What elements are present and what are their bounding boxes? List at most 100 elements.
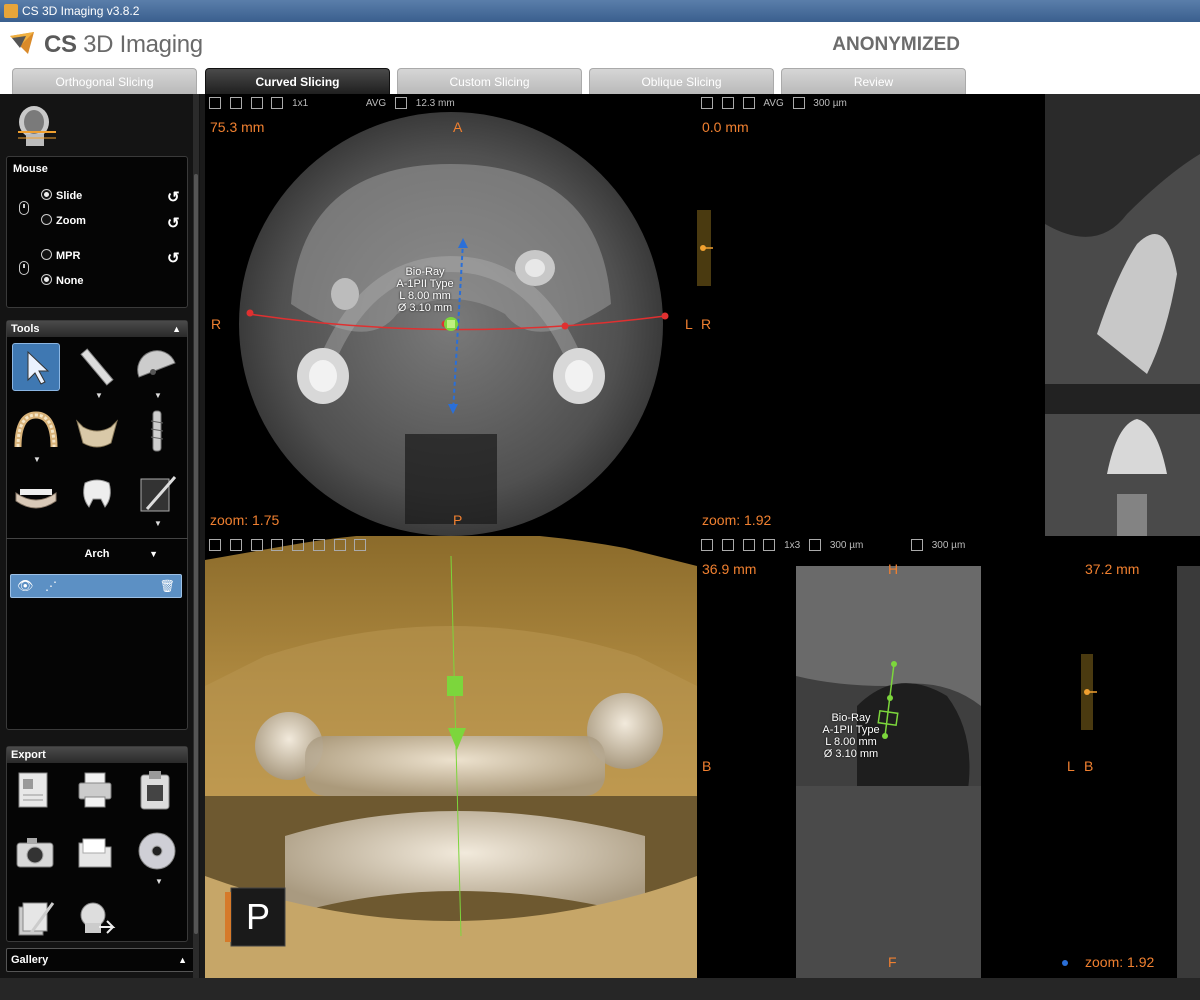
disc-icon[interactable] bbox=[135, 829, 179, 873]
annotation-tool[interactable] bbox=[133, 471, 181, 519]
arch-selector[interactable]: Arch ▼ bbox=[6, 538, 188, 566]
columns-icon[interactable] bbox=[763, 539, 776, 551]
slice-position: 36.9 mm bbox=[702, 561, 757, 577]
orientation-badge[interactable]: P bbox=[231, 888, 285, 946]
thickness-icon[interactable] bbox=[792, 97, 805, 109]
layout-select[interactable]: 1x3 bbox=[784, 540, 800, 551]
save-icon[interactable] bbox=[209, 539, 221, 551]
render-mode-select[interactable]: AVG bbox=[763, 98, 783, 109]
cross-section-viewport[interactable]: 1x3 300 µm 300 µm 36.9 mm 37.2 mm H F B … bbox=[697, 536, 1200, 978]
tab-oblique-slicing[interactable]: Oblique Slicing bbox=[589, 68, 774, 94]
print-icon[interactable] bbox=[73, 769, 117, 811]
head-orientation-icon[interactable] bbox=[12, 102, 60, 150]
ruler-icon bbox=[80, 348, 114, 386]
save-icon[interactable] bbox=[701, 539, 713, 551]
folder-icon[interactable] bbox=[73, 831, 117, 873]
save-icon[interactable] bbox=[209, 97, 221, 109]
arch-icon bbox=[14, 411, 58, 448]
app-window: CS 3D Imaging v3.8.2 CS 3D Imaging ANONY… bbox=[0, 0, 1200, 1000]
eye-icon[interactable]: 👁 bbox=[17, 575, 34, 597]
screen-icon[interactable] bbox=[250, 539, 263, 551]
app-icon bbox=[4, 4, 18, 18]
radio-mpr[interactable]: MPR bbox=[41, 249, 80, 263]
reset-slide-icon[interactable]: ↺ bbox=[167, 188, 180, 206]
view-front-icon[interactable] bbox=[271, 539, 284, 551]
screen-icon[interactable] bbox=[250, 97, 263, 109]
arch-options-icon[interactable]: ▼ bbox=[33, 455, 41, 464]
scroll-thumb[interactable] bbox=[194, 174, 198, 934]
skull-export-icon[interactable] bbox=[73, 897, 117, 939]
angle-options-icon[interactable]: ▼ bbox=[154, 391, 162, 400]
radio-none[interactable]: None bbox=[41, 274, 84, 288]
implant-icon bbox=[150, 410, 164, 452]
render-mode-select[interactable]: AVG bbox=[366, 98, 386, 109]
export-panel-header: Export bbox=[7, 747, 187, 763]
orient-right: R bbox=[701, 316, 712, 332]
tab-orthogonal-slicing[interactable]: Orthogonal Slicing bbox=[12, 68, 197, 94]
ruler-tool[interactable] bbox=[73, 343, 121, 391]
radio-none-dot bbox=[41, 274, 52, 285]
disc-options-icon[interactable]: ▼ bbox=[155, 877, 163, 886]
fit-icon[interactable] bbox=[229, 97, 242, 109]
thickness-icon[interactable] bbox=[394, 97, 407, 109]
left-panel-scrollbar[interactable] bbox=[193, 94, 199, 1000]
frame-icon[interactable] bbox=[271, 97, 284, 109]
mandible-tool[interactable] bbox=[73, 407, 121, 455]
tools-panel-header[interactable]: Tools ▲ bbox=[7, 321, 187, 337]
annotation-options-icon[interactable]: ▼ bbox=[154, 519, 162, 528]
arch-label: Arch bbox=[84, 548, 110, 560]
implant-diameter: Ø 3.10 mm bbox=[397, 302, 453, 314]
tooth-tool[interactable] bbox=[73, 471, 121, 519]
slice-position: 0.0 mm bbox=[702, 119, 749, 135]
implant-brand: Bio-Ray bbox=[831, 712, 871, 724]
report-icon[interactable] bbox=[13, 769, 53, 811]
thickness-icon-2[interactable] bbox=[910, 539, 923, 551]
orient-buccal: B bbox=[702, 758, 712, 774]
mouse-icon-2 bbox=[19, 261, 29, 275]
radio-slide-label: Slide bbox=[56, 190, 83, 202]
panoramic-viewport[interactable]: AVG 300 µm 0.0 mm R zoom: 1.92 bbox=[697, 94, 1200, 536]
arch-list-item[interactable]: 👁 ⋰ 🗑 bbox=[10, 574, 182, 598]
reset-mpr-icon[interactable]: ↺ bbox=[167, 249, 180, 267]
screen-icon[interactable] bbox=[742, 539, 755, 551]
bone-tool[interactable] bbox=[12, 471, 60, 519]
screen-icon[interactable] bbox=[742, 97, 755, 109]
implant-diameter: Ø 3.10 mm bbox=[823, 748, 879, 760]
radio-zoom[interactable]: Zoom bbox=[41, 214, 86, 228]
gallery-panel-header[interactable]: Gallery ▲ bbox=[6, 948, 196, 972]
brand-prefix: CS bbox=[44, 31, 77, 58]
view-clip-icon[interactable] bbox=[333, 539, 346, 551]
tab-curved-slicing[interactable]: Curved Slicing bbox=[205, 68, 390, 94]
edit-images-icon[interactable] bbox=[13, 897, 57, 939]
select-tool[interactable] bbox=[12, 343, 60, 391]
view-top-icon[interactable] bbox=[312, 539, 325, 551]
axial-viewport[interactable]: 1x1 AVG 12.3 mm 75.3 mm A P R L Bio-Ray … bbox=[205, 94, 697, 536]
save-icon[interactable] bbox=[701, 97, 713, 109]
radio-slide-dot bbox=[41, 189, 52, 200]
trash-icon[interactable]: 🗑 bbox=[160, 575, 175, 597]
camera-icon[interactable] bbox=[13, 831, 57, 873]
fit-icon[interactable] bbox=[721, 539, 734, 551]
tab-review[interactable]: Review bbox=[781, 68, 966, 94]
reset-zoom-icon[interactable]: ↺ bbox=[167, 214, 180, 232]
layout-select[interactable]: 1x1 bbox=[292, 98, 308, 109]
brand-suffix: 3D Imaging bbox=[83, 31, 203, 58]
clipboard-icon[interactable] bbox=[135, 769, 175, 811]
radio-slide[interactable]: Slide bbox=[41, 189, 82, 203]
render-3d-viewport[interactable]: P bbox=[205, 536, 697, 978]
fit-icon[interactable] bbox=[229, 539, 242, 551]
fit-icon[interactable] bbox=[721, 97, 734, 109]
tab-custom-slicing[interactable]: Custom Slicing bbox=[397, 68, 582, 94]
panoramic-toolbar: AVG 300 µm bbox=[701, 97, 853, 113]
view-side-icon[interactable] bbox=[292, 539, 305, 551]
thickness-icon[interactable] bbox=[809, 539, 822, 551]
implant-tool[interactable] bbox=[133, 407, 181, 455]
view-cut-icon[interactable] bbox=[354, 539, 367, 551]
slice-thickness-2: 300 µm bbox=[931, 539, 966, 551]
arch-tool[interactable] bbox=[12, 407, 60, 455]
axial-toolbar: 1x1 AVG 12.3 mm bbox=[209, 97, 461, 113]
angle-tool[interactable] bbox=[133, 343, 181, 391]
ruler-options-icon[interactable]: ▼ bbox=[95, 391, 103, 400]
radio-none-label: None bbox=[56, 275, 84, 287]
cross-section-toolbar: 1x3 300 µm 300 µm bbox=[701, 539, 971, 555]
